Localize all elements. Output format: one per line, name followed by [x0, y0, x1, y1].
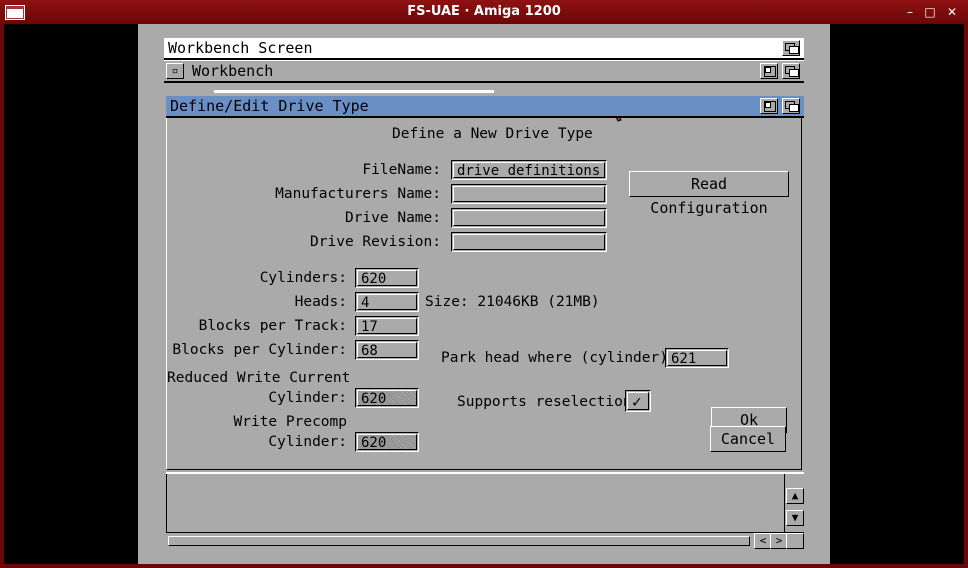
- write-precomp-label: Write Precomp: [233, 414, 348, 430]
- scroll-down-arrow-icon[interactable]: ▼: [786, 510, 804, 526]
- dialog-zoom-gadget[interactable]: [760, 98, 778, 114]
- write-precomp-cylinder-label: Cylinder:: [268, 434, 347, 450]
- cylinders-label: Cylinders:: [259, 270, 347, 286]
- filename-label: FileName:: [362, 162, 441, 178]
- heads-field[interactable]: 4: [355, 292, 419, 312]
- workbench-screen-bar: Workbench Screen: [164, 38, 804, 60]
- bottom-frame: [0, 564, 968, 568]
- write-precomp-field[interactable]: 620: [355, 432, 419, 452]
- reduced-write-label: Reduced Write Current: [167, 370, 351, 386]
- park-head-field[interactable]: 621: [665, 348, 729, 368]
- amiga-display: Workbench Screen ▫ Workbench Define/Edit…: [138, 24, 830, 564]
- manufacturer-label: Manufacturers Name:: [275, 186, 441, 202]
- workbench-window-bar: ▫ Workbench: [164, 60, 804, 83]
- workbench-window-title: Workbench: [192, 62, 274, 80]
- filename-value: drive definitions: [453, 162, 605, 178]
- close-button[interactable]: ✕: [944, 4, 960, 20]
- left-frame: [0, 24, 4, 568]
- drive-revision-label: Drive Revision:: [310, 234, 441, 250]
- cylinders-field[interactable]: 620: [355, 268, 419, 288]
- dialog-title-bar: Define/Edit Drive Type: [166, 96, 804, 118]
- scroll-up-arrow-icon[interactable]: ▲: [786, 488, 804, 504]
- dialog-title: Define/Edit Drive Type: [170, 97, 369, 115]
- filename-field[interactable]: drive definitions: [451, 160, 607, 180]
- supports-reselection-label: Supports reselection: [457, 394, 632, 410]
- dialog-depth-gadget[interactable]: [782, 98, 800, 114]
- blocks-per-track-field[interactable]: 17: [355, 316, 419, 336]
- park-head-label: Park head where (cylinder):: [441, 350, 677, 366]
- host-title-bar: FS-UAE · Amiga 1200 – □ ✕: [0, 0, 968, 24]
- horizontal-scrollbar[interactable]: < >: [166, 532, 804, 549]
- host-window-title: FS-UAE · Amiga 1200: [407, 4, 561, 19]
- reduced-write-field[interactable]: 620: [355, 388, 419, 408]
- blocks-per-cylinder-field[interactable]: 68: [355, 340, 419, 360]
- dialog-heading: Define a New Drive Type: [392, 126, 593, 142]
- blocks-per-track-label: Blocks per Track:: [198, 318, 347, 334]
- screen-depth-gadget[interactable]: [782, 40, 800, 56]
- screen-title: Workbench Screen: [168, 39, 313, 57]
- horizontal-scroll-knob[interactable]: [168, 536, 750, 546]
- minimize-button[interactable]: –: [902, 4, 918, 20]
- blocks-per-cylinder-label: Blocks per Cylinder:: [172, 342, 347, 358]
- drive-revision-field[interactable]: [451, 232, 607, 252]
- check-icon: ✓: [627, 392, 649, 410]
- workbench-content-area: [166, 474, 785, 532]
- heads-label: Heads:: [294, 294, 347, 310]
- size-text: Size: 21046KB (21MB): [425, 294, 600, 310]
- supports-reselection-checkbox[interactable]: ✓: [625, 390, 651, 412]
- workbench-zoom-gadget[interactable]: [760, 63, 778, 79]
- workbench-depth-gadget[interactable]: [782, 63, 800, 79]
- read-configuration-button[interactable]: Read Configuration: [629, 171, 789, 217]
- cancel-button[interactable]: Cancel: [710, 426, 786, 452]
- maximize-button[interactable]: □: [922, 4, 938, 20]
- workbench-progress-line: [214, 90, 494, 93]
- drive-name-label: Drive Name:: [344, 210, 441, 226]
- reduced-write-cylinder-label: Cylinder:: [268, 390, 347, 406]
- drive-name-field[interactable]: [451, 208, 607, 228]
- manufacturer-field[interactable]: [451, 184, 607, 204]
- resize-gadget-icon[interactable]: [786, 533, 804, 549]
- define-drive-dialog: Define a New Drive Type FileName: drive …: [166, 96, 802, 470]
- workbench-close-gadget[interactable]: ▫: [166, 63, 184, 79]
- right-frame: [964, 24, 968, 568]
